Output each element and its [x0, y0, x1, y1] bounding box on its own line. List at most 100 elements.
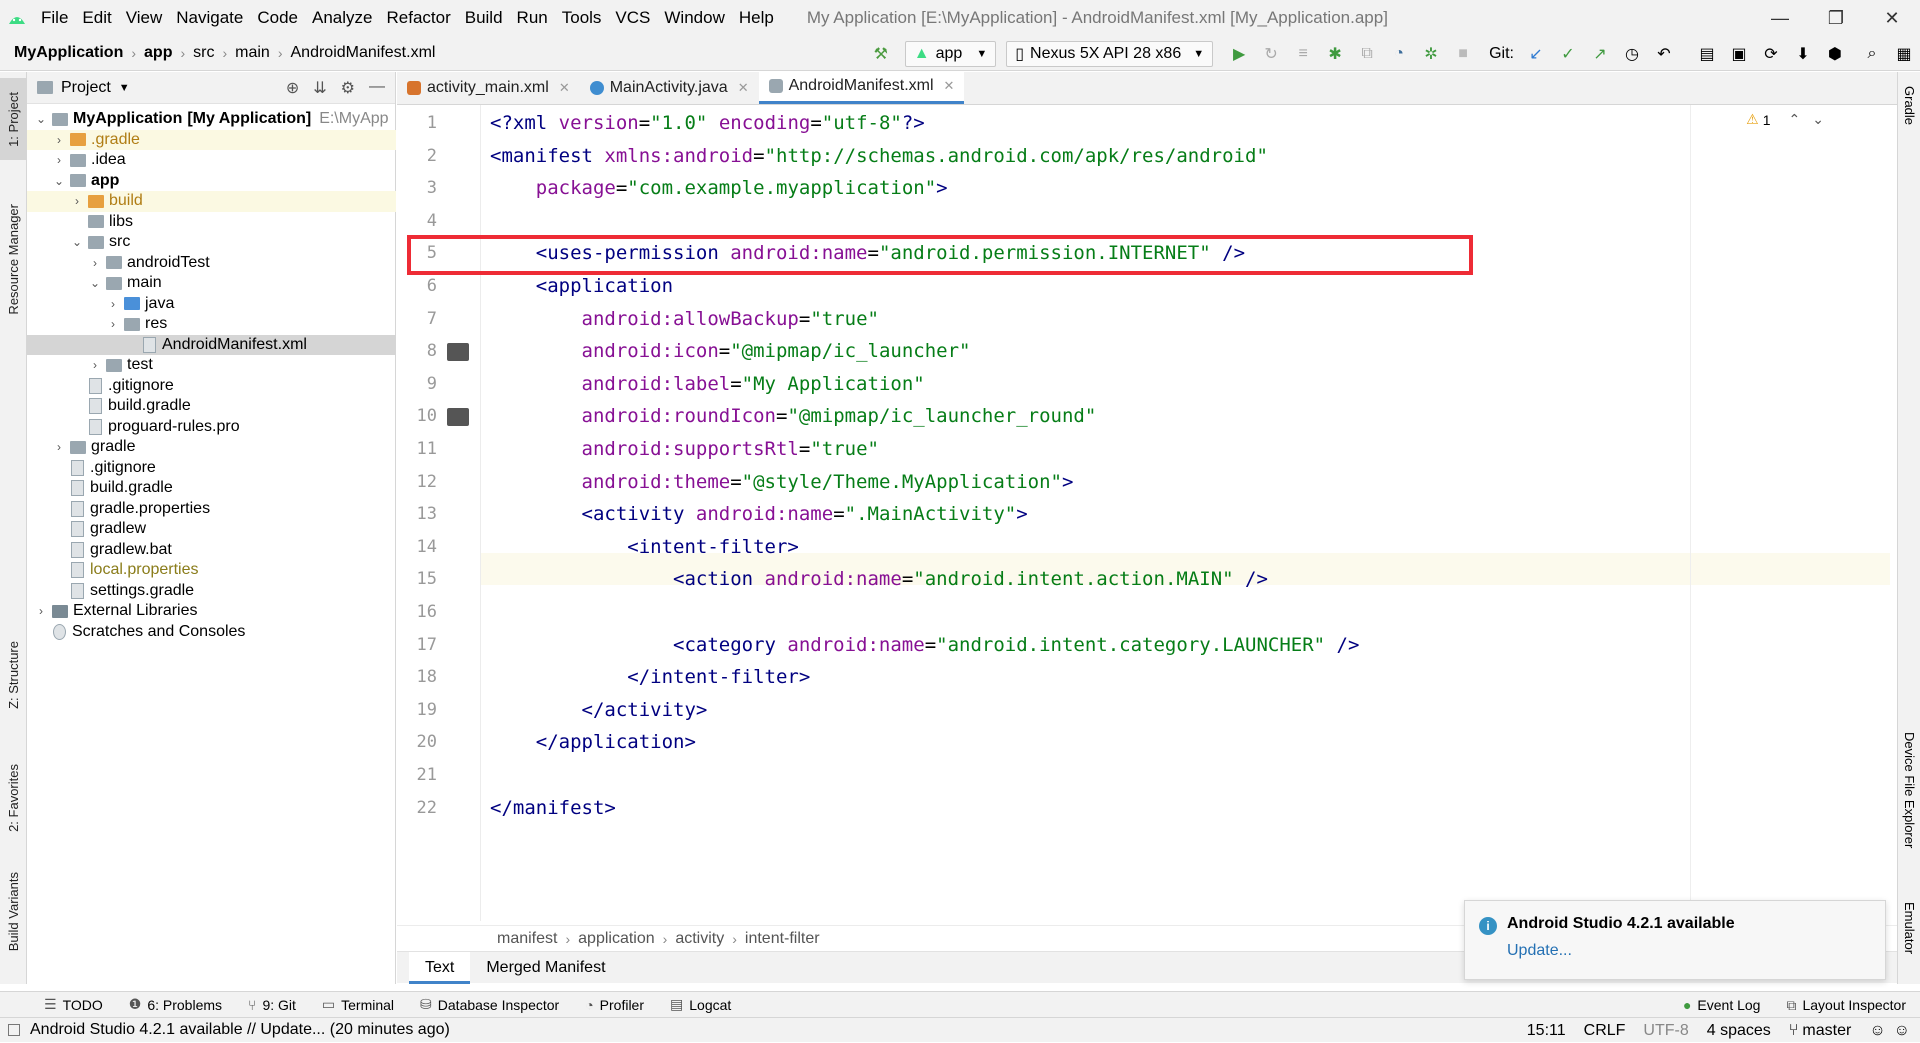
- tool-layout-inspector[interactable]: ⧉ Layout Inspector: [1786, 997, 1906, 1014]
- rerun-icon[interactable]: ↻: [1258, 41, 1284, 67]
- tab-emulator[interactable]: Emulator: [1898, 902, 1920, 954]
- menu-item-analyze[interactable]: Analyze: [305, 0, 379, 36]
- hammer-icon[interactable]: ⚒: [868, 41, 894, 67]
- git-push-icon[interactable]: ↗: [1587, 41, 1613, 67]
- xml-breadcrumb-item[interactable]: manifest: [493, 930, 561, 948]
- tree-item[interactable]: Scratches and Consoles: [27, 622, 396, 643]
- tree-item[interactable]: .gitignore: [27, 458, 396, 479]
- menu-item-code[interactable]: Code: [250, 0, 305, 36]
- tree-item[interactable]: .gitignore: [27, 376, 396, 397]
- xml-breadcrumb-item[interactable]: intent-filter: [741, 930, 824, 948]
- tool-todo[interactable]: ☰ TODO: [44, 996, 103, 1013]
- menu-item-view[interactable]: View: [119, 0, 170, 36]
- tab-merged-manifest[interactable]: Merged Manifest: [470, 952, 621, 984]
- debug-icon[interactable]: ✱: [1322, 41, 1348, 67]
- tab-activity-main[interactable]: activity_main.xml ✕: [397, 71, 580, 104]
- image-preview-icon[interactable]: [447, 343, 469, 362]
- chevron-right-icon[interactable]: ›: [87, 358, 103, 372]
- close-icon[interactable]: ✕: [559, 80, 570, 96]
- smiley-icon[interactable]: ☺: [1869, 1022, 1885, 1040]
- run-config-select[interactable]: ▲ app ▼: [904, 40, 997, 67]
- menu-item-edit[interactable]: Edit: [75, 0, 118, 36]
- tool-database-inspector[interactable]: ⛁ Database Inspector: [420, 996, 559, 1013]
- tool-problems[interactable]: ❶ 6: Problems: [129, 996, 222, 1013]
- git-update-icon[interactable]: ↙: [1523, 41, 1549, 67]
- chevron-up-icon[interactable]: ⌃: [1789, 111, 1801, 128]
- collapse-all-icon[interactable]: ⇊: [313, 78, 326, 98]
- locate-icon[interactable]: ⊕: [286, 78, 299, 98]
- tree-item[interactable]: › java: [27, 294, 396, 315]
- menu-item-file[interactable]: File: [34, 0, 75, 36]
- tree-item[interactable]: gradlew.bat: [27, 540, 396, 561]
- chevron-right-icon[interactable]: ›: [51, 133, 67, 147]
- line-separator[interactable]: CRLF: [1584, 1022, 1626, 1040]
- close-icon[interactable]: ✕: [738, 80, 749, 96]
- menu-item-tools[interactable]: Tools: [555, 0, 609, 36]
- menu-item-vcs[interactable]: VCS: [608, 0, 657, 36]
- menu-item-build[interactable]: Build: [458, 0, 510, 36]
- tab-mainactivity[interactable]: MainActivity.java ✕: [580, 71, 759, 104]
- tree-item[interactable]: › androidTest: [27, 253, 396, 274]
- tab-favorites[interactable]: 2: Favorites: [0, 748, 27, 848]
- tab-build-variants[interactable]: Build Variants: [0, 862, 27, 962]
- breadcrumb-item[interactable]: app: [140, 44, 176, 62]
- chevron-right-icon[interactable]: ›: [105, 297, 121, 311]
- close-icon[interactable]: ✕: [944, 78, 955, 94]
- menu-item-navigate[interactable]: Navigate: [169, 0, 250, 36]
- tab-text[interactable]: Text: [409, 951, 471, 984]
- tree-item[interactable]: gradlew: [27, 519, 396, 540]
- breadcrumb-item[interactable]: MyApplication: [10, 44, 127, 62]
- stop-icon[interactable]: ■: [1450, 41, 1476, 67]
- tree-item[interactable]: local.properties: [27, 560, 396, 581]
- chevron-down-icon[interactable]: ⌄: [1812, 111, 1824, 128]
- gear-icon[interactable]: ⚙: [341, 78, 355, 98]
- chevron-right-icon[interactable]: ›: [51, 153, 67, 167]
- minimize-icon[interactable]: —: [1752, 0, 1808, 36]
- tree-item[interactable]: ⌄ main: [27, 273, 396, 294]
- git-branch[interactable]: master: [1802, 1022, 1851, 1040]
- tree-item[interactable]: › build: [27, 191, 396, 212]
- tree-item[interactable]: › res: [27, 314, 396, 335]
- tree-item[interactable]: › .gradle: [27, 129, 396, 150]
- breadcrumb-item[interactable]: main: [231, 44, 274, 62]
- avd-manager-icon[interactable]: ▣: [1726, 41, 1752, 67]
- update-link[interactable]: Update...: [1507, 942, 1871, 960]
- menu-item-window[interactable]: Window: [657, 0, 731, 36]
- image-preview-icon[interactable]: [447, 408, 469, 427]
- plugin-icon[interactable]: ⬢: [1822, 41, 1848, 67]
- tab-androidmanifest[interactable]: AndroidManifest.xml ✕: [758, 71, 965, 104]
- file-encoding[interactable]: UTF-8: [1643, 1022, 1688, 1040]
- tab-project[interactable]: 1: Project: [0, 78, 27, 160]
- tool-terminal[interactable]: ▭ Terminal: [322, 996, 394, 1013]
- menu-item-run[interactable]: Run: [510, 0, 555, 36]
- breadcrumb-item[interactable]: src: [189, 44, 218, 62]
- attach-process-icon[interactable]: ✲: [1418, 41, 1444, 67]
- tool-git[interactable]: ⑂ 9: Git: [248, 997, 296, 1013]
- tree-item[interactable]: › External Libraries: [27, 601, 396, 622]
- tree-item[interactable]: build.gradle: [27, 478, 396, 499]
- tree-item[interactable]: AndroidManifest.xml: [27, 334, 396, 355]
- attach-debugger-icon[interactable]: ⧉: [1354, 41, 1380, 67]
- maximize-icon[interactable]: ❐: [1808, 0, 1864, 36]
- tree-item[interactable]: ⌄ src: [27, 232, 396, 253]
- chevron-right-icon[interactable]: ›: [51, 440, 67, 454]
- project-view-select[interactable]: Project: [61, 79, 111, 97]
- tool-profiler[interactable]: ◔ Profiler: [585, 997, 644, 1013]
- rollback-icon[interactable]: ↶: [1651, 41, 1677, 67]
- close-icon[interactable]: ✕: [1864, 0, 1920, 36]
- tool-logcat[interactable]: ▤ Logcat: [670, 996, 731, 1013]
- breadcrumb-item[interactable]: AndroidManifest.xml: [287, 44, 440, 62]
- tree-item[interactable]: › test: [27, 355, 396, 376]
- run-icon[interactable]: ▶: [1226, 41, 1252, 67]
- search-icon[interactable]: ⌕: [1859, 41, 1885, 67]
- tab-device-file-explorer[interactable]: Device File Explorer: [1898, 732, 1920, 848]
- tool-event-log[interactable]: ● Event Log: [1683, 997, 1761, 1013]
- tree-item[interactable]: build.gradle: [27, 396, 396, 417]
- sync-gradle-icon[interactable]: ⟳: [1758, 41, 1784, 67]
- tree-item[interactable]: settings.gradle: [27, 581, 396, 602]
- tree-item[interactable]: › .idea: [27, 150, 396, 171]
- chevron-right-icon[interactable]: ›: [33, 604, 49, 618]
- sdk-manager-icon[interactable]: ⬇: [1790, 41, 1816, 67]
- indent-setting[interactable]: 4 spaces: [1707, 1022, 1771, 1040]
- menu-item-refactor[interactable]: Refactor: [379, 0, 457, 36]
